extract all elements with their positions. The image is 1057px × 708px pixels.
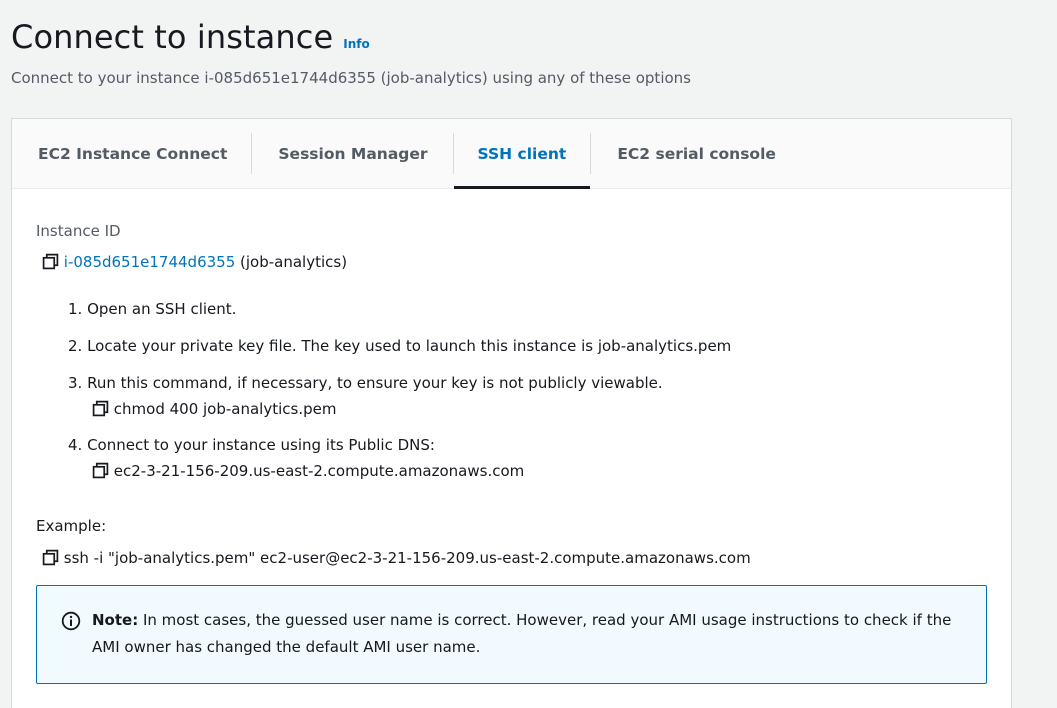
instance-id-row: i-085d651e1744d6355 (job-analytics) — [42, 253, 347, 271]
info-link[interactable]: Info — [343, 37, 369, 51]
tab-ec2-instance-connect[interactable]: EC2 Instance Connect — [12, 119, 251, 188]
tab-ssh-client[interactable]: SSH client — [453, 119, 591, 189]
connect-to-instance-page: Connect to instance Info Connect to your… — [0, 0, 1057, 708]
note-text: Note: In most cases, the guessed user na… — [92, 607, 972, 661]
tab-bar: EC2 Instance Connect Session Manager SSH… — [12, 119, 1011, 189]
step-4-dns-row: ec2-3-21-156-209.us-east-2.compute.amazo… — [92, 462, 524, 480]
info-note: Note: In most cases, the guessed user na… — [36, 585, 987, 684]
page-header: Connect to instance Info — [11, 18, 370, 56]
chmod-command: chmod 400 job-analytics.pem — [113, 400, 337, 418]
copy-icon[interactable] — [92, 462, 109, 479]
tab-label: EC2 serial console — [617, 144, 776, 163]
instance-name: (job-analytics) — [240, 253, 348, 271]
tab-label: Session Manager — [278, 144, 428, 163]
page-subtitle: Connect to your instance i-085d651e1744d… — [11, 69, 691, 87]
step-3: 3. Run this command, if necessary, to en… — [68, 374, 663, 392]
example-label: Example: — [36, 517, 107, 535]
step-2: 2. Locate your private key file. The key… — [68, 337, 732, 355]
example-command-row: ssh -i "job-analytics.pem" ec2-user@ec2-… — [42, 549, 751, 567]
copy-icon[interactable] — [42, 549, 59, 566]
tab-label: SSH client — [477, 144, 567, 163]
connect-panel: EC2 Instance Connect Session Manager SSH… — [11, 118, 1012, 708]
step-4: 4. Connect to your instance using its Pu… — [68, 436, 435, 454]
tab-session-manager[interactable]: Session Manager — [252, 119, 452, 188]
note-body: In most cases, the guessed user name is … — [92, 611, 952, 656]
copy-icon[interactable] — [42, 253, 59, 270]
public-dns: ec2-3-21-156-209.us-east-2.compute.amazo… — [113, 462, 525, 480]
page-title: Connect to instance — [11, 18, 334, 56]
step-1: 1. Open an SSH client. — [68, 300, 237, 318]
info-icon — [61, 611, 81, 631]
copy-icon[interactable] — [92, 400, 109, 417]
ssh-example-command: ssh -i "job-analytics.pem" ec2-user@ec2-… — [63, 549, 751, 567]
tab-ec2-serial-console[interactable]: EC2 serial console — [591, 119, 800, 188]
title-row: Connect to instance Info — [11, 18, 370, 56]
note-prefix: Note: — [92, 611, 139, 629]
step-3-command-row: chmod 400 job-analytics.pem — [92, 400, 336, 418]
tab-label: EC2 Instance Connect — [38, 144, 228, 163]
instance-id-link[interactable]: i-085d651e1744d6355 — [64, 253, 235, 271]
instance-id-label: Instance ID — [36, 222, 121, 240]
